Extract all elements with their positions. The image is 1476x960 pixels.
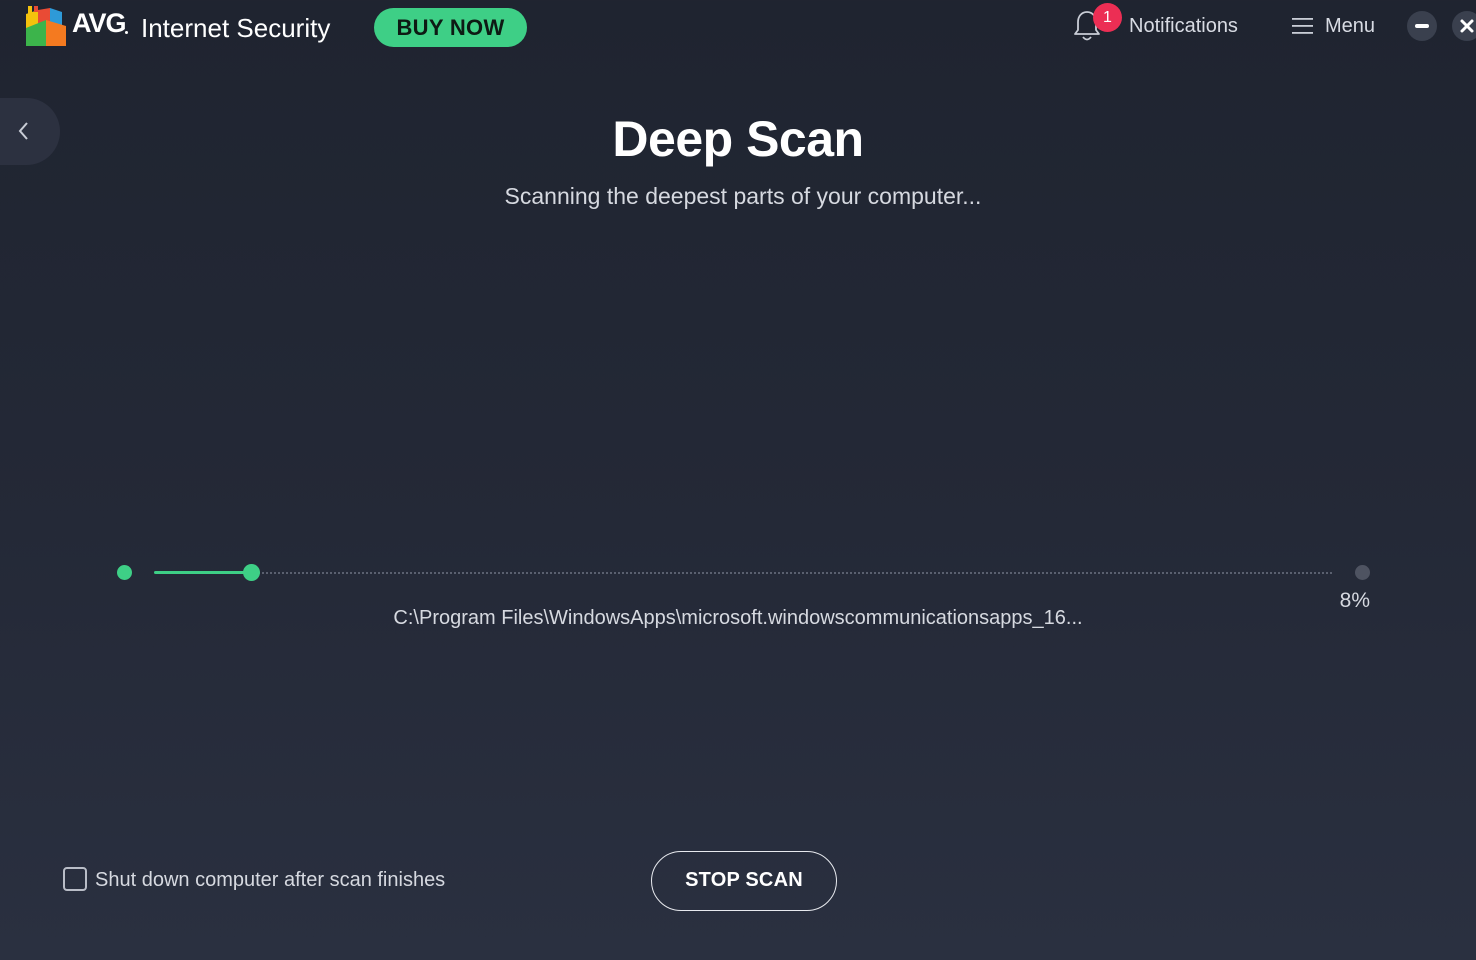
brand-name: AVG <box>72 8 127 38</box>
progress-knob <box>242 564 260 581</box>
hamburger-icon[interactable] <box>1292 17 1314 35</box>
stop-scan-button[interactable]: STOP SCAN <box>651 851 837 911</box>
progress-track <box>258 572 1332 574</box>
current-scan-path: C:\Program Files\WindowsApps\microsoft.w… <box>393 607 1083 629</box>
shutdown-checkbox[interactable] <box>63 867 87 891</box>
brand-dot <box>125 31 128 34</box>
menu-button[interactable]: Menu <box>1325 15 1375 38</box>
page-title: Deep Scan <box>612 111 864 167</box>
close-icon[interactable] <box>1452 11 1476 41</box>
notifications-badge: 1 <box>1093 3 1122 32</box>
progress-start-dot <box>117 565 132 580</box>
minimize-icon[interactable] <box>1407 11 1437 41</box>
product-name: Internet Security <box>141 13 331 43</box>
avg-logo-icon <box>26 6 66 46</box>
title-bar: AVG Internet Security BUY NOW 1 Notifica… <box>0 0 1476 56</box>
progress-fill <box>154 571 251 574</box>
progress-end-dot <box>1355 565 1370 580</box>
shutdown-checkbox-label[interactable]: Shut down computer after scan finishes <box>95 869 445 892</box>
notifications-button[interactable]: Notifications <box>1129 15 1238 38</box>
scan-progress: 8% <box>0 540 1476 612</box>
page-subtitle: Scanning the deepest parts of your compu… <box>504 183 982 209</box>
buy-now-button[interactable]: BUY NOW <box>374 8 527 47</box>
